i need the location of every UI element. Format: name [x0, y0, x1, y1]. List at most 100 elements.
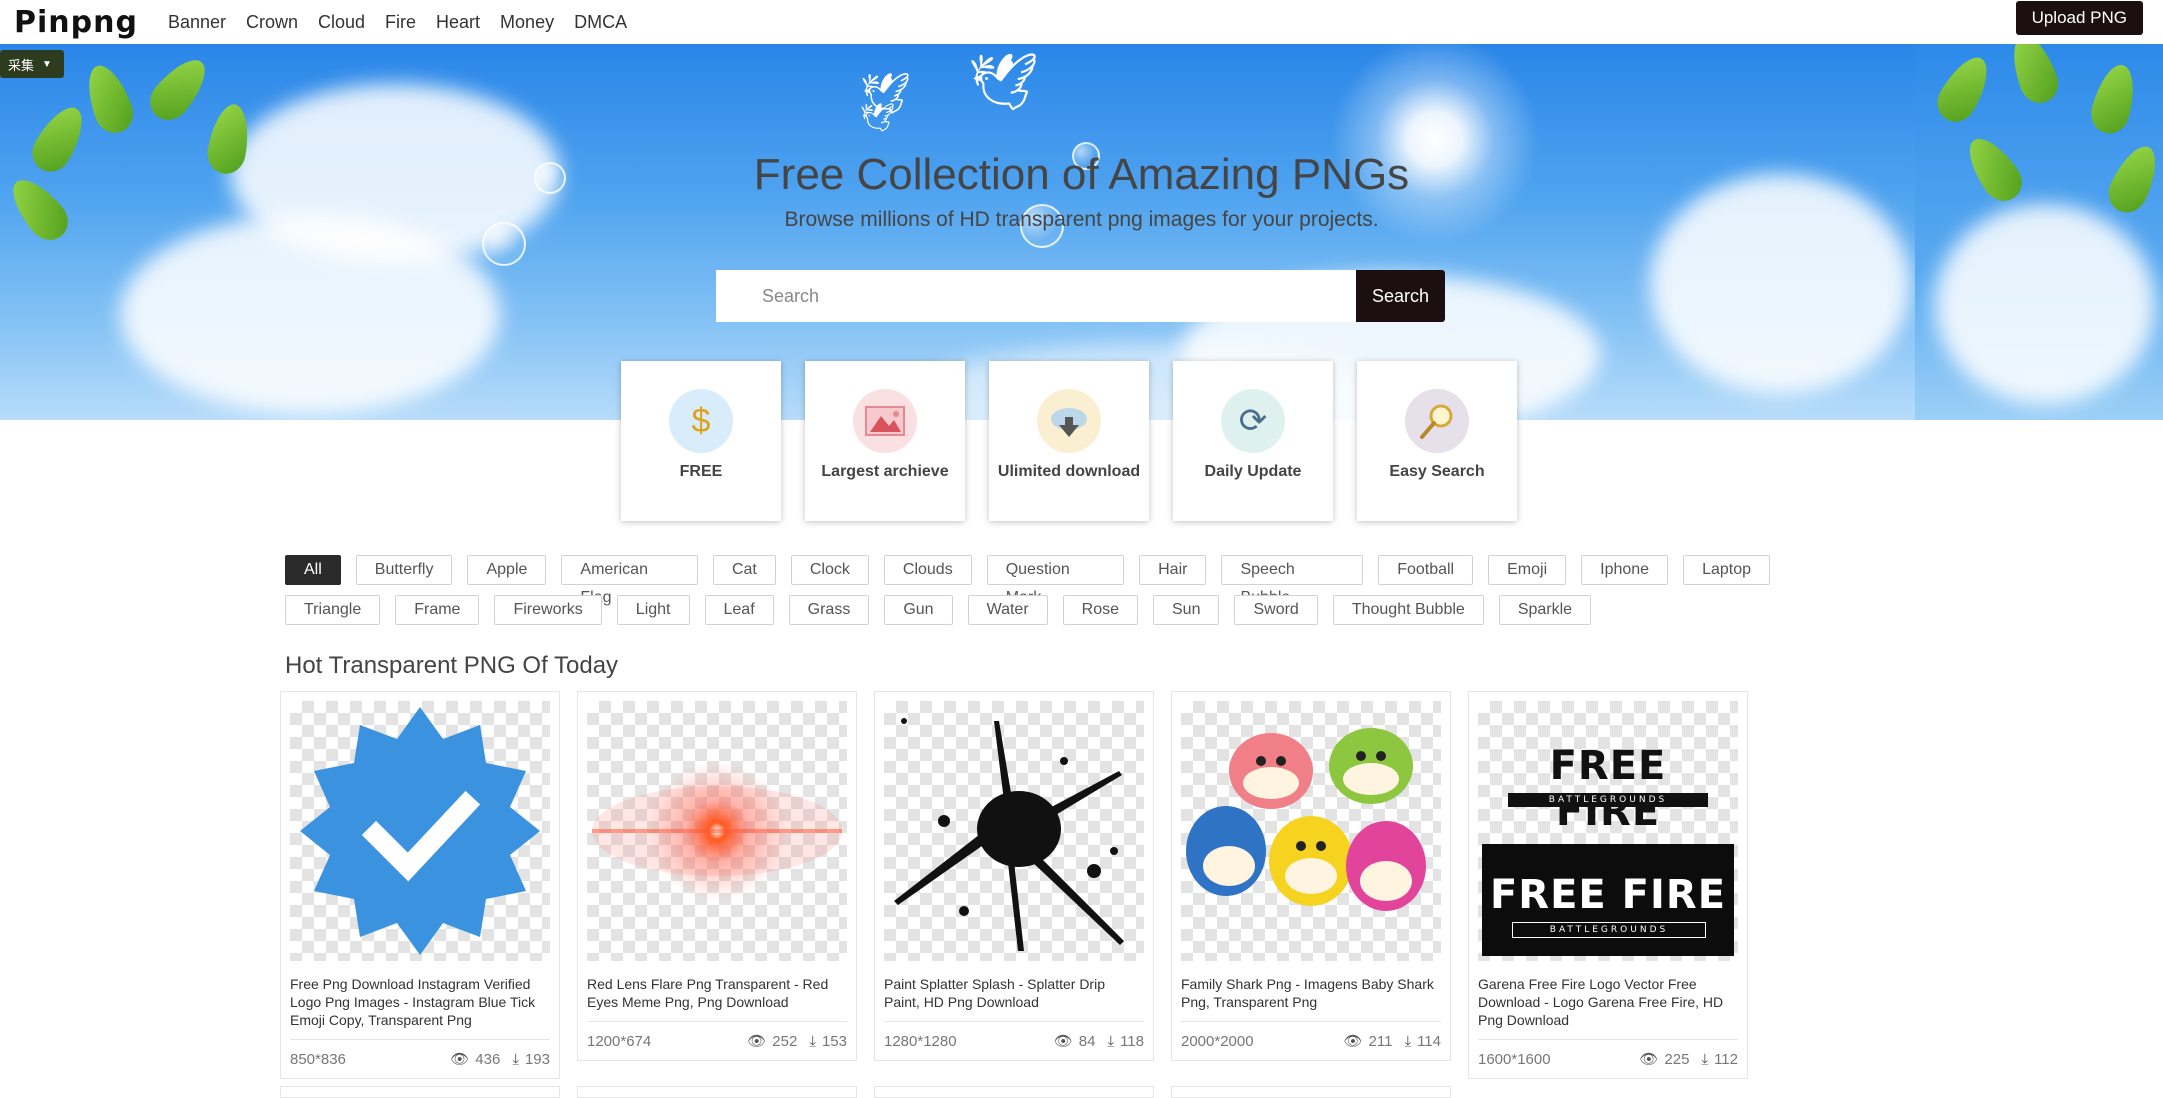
tag-butterfly[interactable]: Butterfly	[355, 555, 453, 585]
download-count-value: 114	[1417, 1032, 1441, 1050]
card-title[interactable]: Family Shark Png - Imagens Baby Shark Pn…	[1181, 975, 1441, 1022]
png-thumbnail[interactable]	[1181, 701, 1441, 961]
dollar-icon: $	[669, 389, 733, 453]
baby-shark-image	[1186, 728, 1426, 911]
tag-frame[interactable]: Frame	[395, 595, 480, 625]
search-input[interactable]	[716, 270, 1356, 322]
png-thumbnail[interactable]: FREE FIRE BATTLEGROUNDS FREE FIRE BATTLE…	[1478, 701, 1738, 961]
tag-sword[interactable]: Sword	[1234, 595, 1318, 625]
tag-rose[interactable]: Rose	[1062, 595, 1138, 625]
download-count: ⤓ 118	[1107, 1033, 1144, 1050]
search-button[interactable]: Search	[1356, 270, 1445, 322]
download-icon: ⤓	[809, 1032, 816, 1050]
download-count: ⤓ 193	[512, 1051, 550, 1068]
tag-laptop[interactable]: Laptop	[1683, 555, 1770, 585]
card-meta: 1200*674 👁 252 ⤓ 153	[587, 1022, 847, 1060]
leaf-decoration	[1930, 49, 1998, 129]
nav-link-heart[interactable]: Heart	[436, 12, 480, 33]
png-card-partial[interactable]	[280, 1086, 560, 1098]
search-bar: Search	[716, 270, 1445, 322]
cloud-decoration	[120, 214, 500, 414]
collect-badge-label: 采集	[8, 57, 35, 73]
card-meta: 850*836 👁 436 ⤓ 193	[290, 1040, 550, 1078]
nav-link-banner[interactable]: Banner	[168, 12, 226, 33]
image-dimensions: 1600*1600	[1478, 1050, 1551, 1068]
feature-label: Easy Search	[1389, 463, 1485, 480]
nav-link-money[interactable]: Money	[500, 12, 554, 33]
png-card-partial[interactable]	[1171, 1086, 1451, 1098]
tag-apple[interactable]: Apple	[467, 555, 547, 585]
feature-card-archive: Largest archieve	[805, 361, 965, 521]
tag-thought-bubble[interactable]: Thought Bubble	[1332, 595, 1484, 625]
tag-all[interactable]: All	[285, 555, 341, 585]
tag-question-mark[interactable]: Question Mark	[986, 555, 1125, 606]
tag-light[interactable]: Light	[616, 595, 690, 625]
tag-cat[interactable]: Cat	[712, 555, 776, 585]
magnifier-icon	[1405, 389, 1469, 453]
view-count-value: 436	[475, 1050, 501, 1068]
nav-link-dmca[interactable]: DMCA	[574, 12, 627, 33]
tag-leaf[interactable]: Leaf	[704, 595, 774, 625]
leaf-decoration	[79, 59, 139, 139]
card-title[interactable]: Garena Free Fire Logo Vector Free Downlo…	[1478, 975, 1738, 1040]
caret-down-icon[interactable]: ▼	[42, 59, 52, 70]
png-thumbnail[interactable]	[884, 701, 1144, 961]
top-navbar: Pinpng Banner Crown Cloud Fire Heart Mon…	[0, 0, 2163, 44]
png-card[interactable]: Family Shark Png - Imagens Baby Shark Pn…	[1171, 691, 1451, 1061]
tag-emoji[interactable]: Emoji	[1488, 555, 1567, 585]
collect-badge[interactable]: 采集 ▼	[0, 50, 64, 78]
site-logo[interactable]: Pinpng	[14, 5, 138, 40]
card-title[interactable]: Red Lens Flare Png Transparent - Red Eye…	[587, 975, 847, 1022]
png-card[interactable]: Paint Splatter Splash - Splatter Drip Pa…	[874, 691, 1154, 1061]
view-count: 👁 252	[747, 1032, 798, 1051]
png-thumbnail[interactable]	[290, 701, 550, 961]
download-icon: ⤓	[512, 1050, 519, 1068]
nav-link-fire[interactable]: Fire	[385, 12, 416, 33]
image-dimensions: 1200*674	[587, 1032, 652, 1050]
verified-badge-image	[300, 707, 540, 955]
tag-sun[interactable]: Sun	[1153, 595, 1220, 625]
download-count-value: 118	[1120, 1032, 1144, 1050]
nav-link-cloud[interactable]: Cloud	[318, 12, 365, 33]
feature-card-update: ⟳ Daily Update	[1173, 361, 1333, 521]
png-card-partial[interactable]	[874, 1086, 1154, 1098]
upload-png-button[interactable]: Upload PNG	[2015, 1, 2143, 35]
tag-sparkle[interactable]: Sparkle	[1498, 595, 1592, 625]
png-card[interactable]: Red Lens Flare Png Transparent - Red Eye…	[577, 691, 857, 1061]
png-card[interactable]: FREE FIRE BATTLEGROUNDS FREE FIRE BATTLE…	[1468, 691, 1748, 1079]
feature-label: Largest archieve	[821, 463, 949, 480]
tag-clock[interactable]: Clock	[790, 555, 869, 585]
free-fire-logo-text: FREE FIRE	[1549, 743, 1667, 835]
feature-cards: $ FREE Largest archieve Ulimited downloa…	[621, 361, 1541, 521]
tag-filter-list: All Butterfly Apple American Flag Cat Clock Cl…	[285, 555, 1785, 635]
png-thumbnail[interactable]	[587, 701, 847, 961]
tag-hair[interactable]: Hair	[1139, 555, 1207, 585]
leaf-decoration	[141, 49, 217, 129]
card-meta: 2000*2000 👁 211 ⤓ 114	[1181, 1022, 1441, 1060]
tag-iphone[interactable]: Iphone	[1581, 555, 1669, 585]
free-fire-dark-logo: FREE FIRE BATTLEGROUNDS	[1482, 844, 1734, 956]
eye-icon: 👁	[450, 1051, 470, 1068]
card-title[interactable]: Paint Splatter Splash - Splatter Drip Pa…	[884, 975, 1144, 1022]
download-count: ⤓ 112	[1701, 1051, 1738, 1068]
tag-gun[interactable]: Gun	[884, 595, 953, 625]
cloud-decoration	[1650, 174, 1910, 394]
nav-link-crown[interactable]: Crown	[246, 12, 298, 33]
card-title[interactable]: Free Png Download Instagram Verified Log…	[290, 975, 550, 1040]
tag-fireworks[interactable]: Fireworks	[494, 595, 602, 625]
view-count: 👁 436	[450, 1050, 501, 1069]
tag-speech-bubble[interactable]: Speech Bubble	[1221, 555, 1364, 606]
section-title: Hot Transparent PNG Of Today	[285, 652, 619, 679]
tag-american-flag[interactable]: American Flag	[561, 555, 698, 606]
next-row-cards	[280, 1086, 1468, 1098]
tag-grass[interactable]: Grass	[788, 595, 870, 625]
png-card[interactable]: Free Png Download Instagram Verified Log…	[280, 691, 560, 1079]
tag-clouds[interactable]: Clouds	[883, 555, 972, 585]
download-icon: ⤓	[1107, 1032, 1115, 1050]
png-card-partial[interactable]	[577, 1086, 857, 1098]
tag-triangle[interactable]: Triangle	[285, 595, 381, 625]
tag-water[interactable]: Water	[967, 595, 1048, 625]
view-count-value: 252	[772, 1032, 798, 1050]
tag-football[interactable]: Football	[1378, 555, 1474, 585]
download-count: ⤓ 114	[1404, 1033, 1441, 1050]
